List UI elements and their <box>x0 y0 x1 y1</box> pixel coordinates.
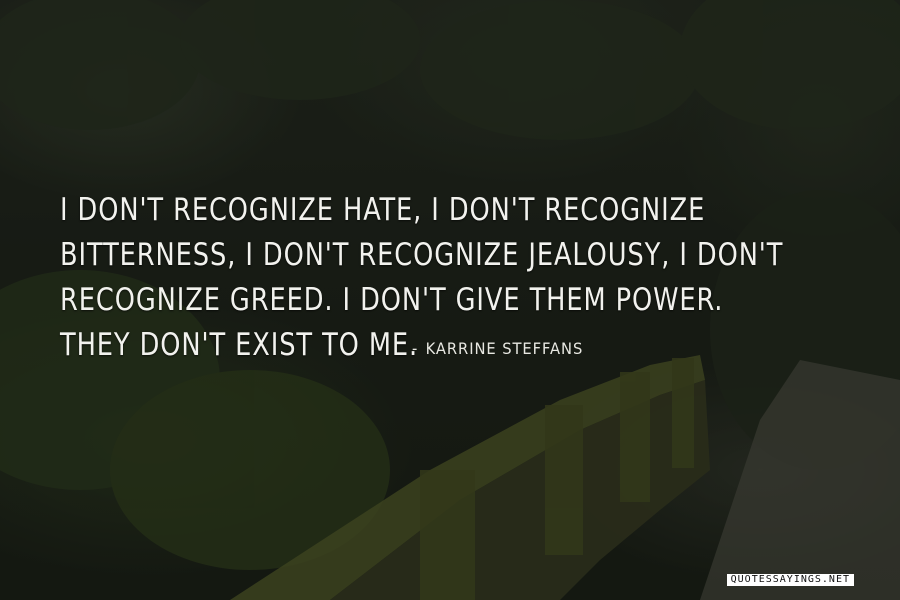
author-name: KARRINE STEFFANS <box>425 339 584 358</box>
author-dash: - <box>412 339 419 358</box>
site-watermark: QUOTESSAYINGS.NET <box>726 574 854 586</box>
quote-image: I don't recognize hate, I don't recogniz… <box>0 0 900 600</box>
quote-author: - KARRINE STEFFANS <box>412 339 583 358</box>
